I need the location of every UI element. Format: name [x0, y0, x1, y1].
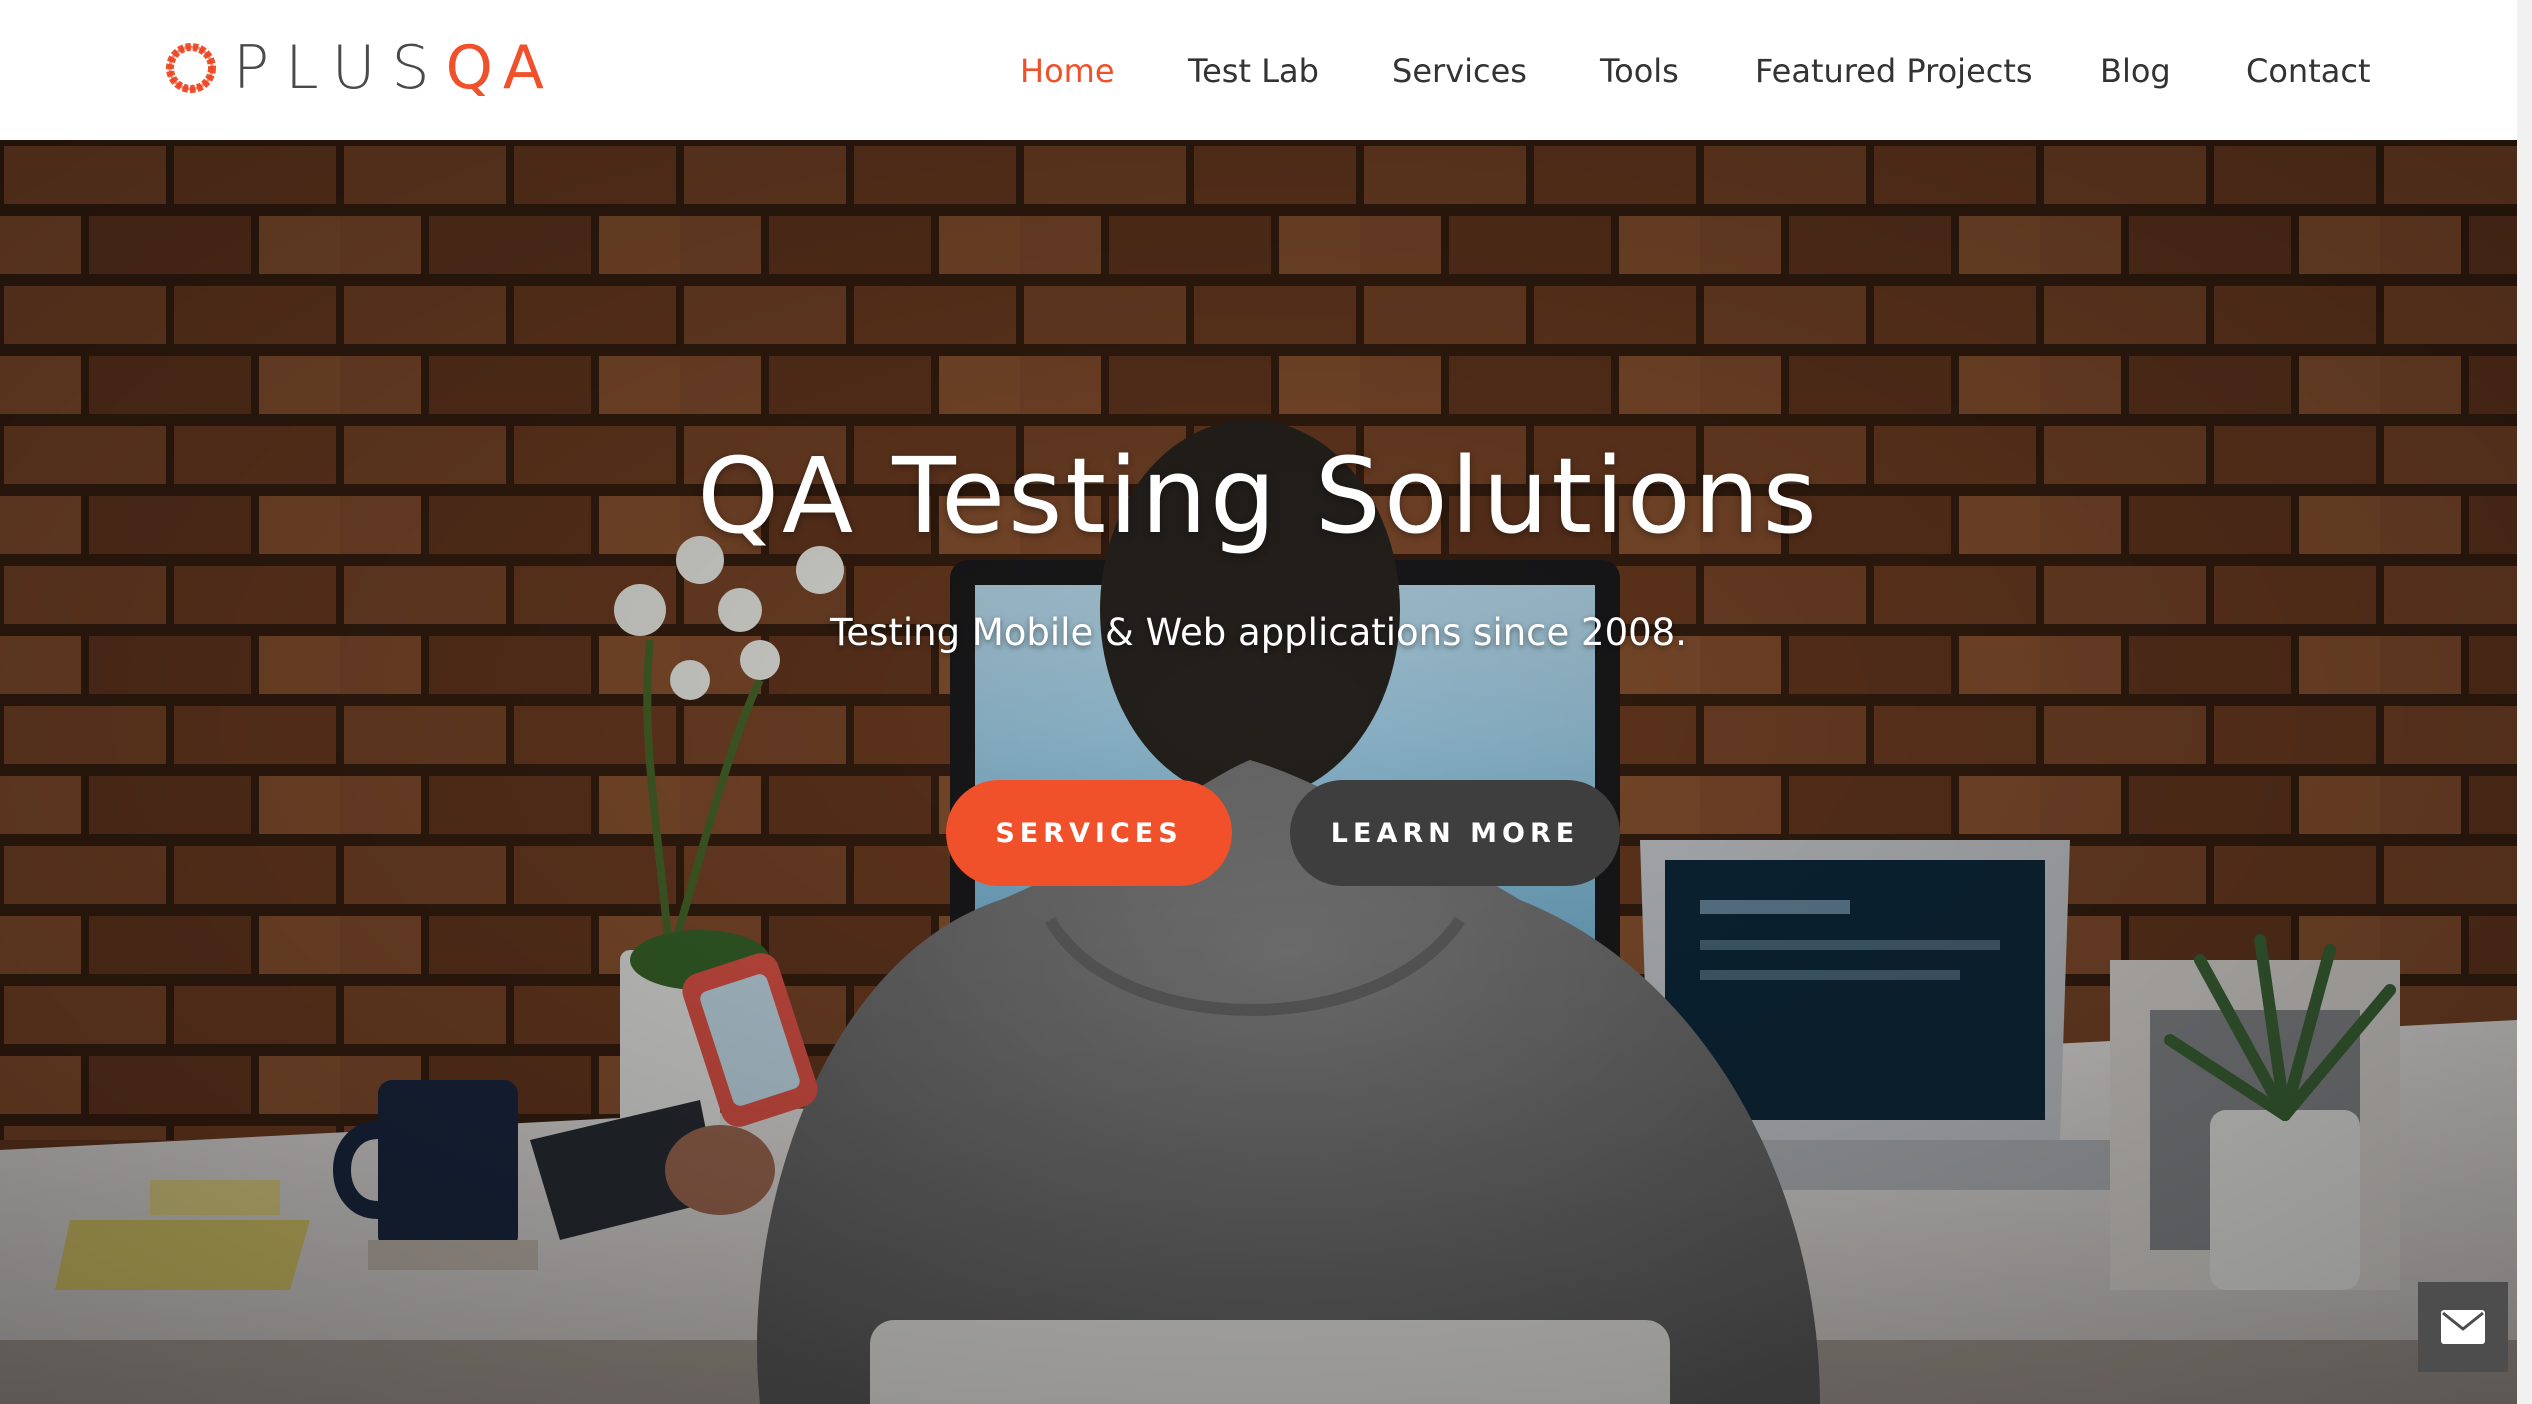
nav-item-test-lab[interactable]: Test Lab: [1188, 52, 1319, 90]
learn-more-button[interactable]: LEARN MORE: [1290, 780, 1620, 886]
contact-fab-button[interactable]: [2418, 1282, 2508, 1372]
logo-text-plus: PLUS: [233, 33, 446, 103]
nav-item-services[interactable]: Services: [1392, 52, 1527, 90]
nav-item-home[interactable]: Home: [1020, 52, 1115, 90]
nav-item-tools[interactable]: Tools: [1600, 52, 1679, 90]
hero-title: QA Testing Solutions: [697, 435, 1820, 557]
services-button[interactable]: SERVICES: [946, 780, 1232, 886]
nav-item-featured-projects[interactable]: Featured Projects: [1755, 52, 2033, 90]
plusqa-logo[interactable]: PLUS QA: [163, 36, 554, 100]
hero-background-image: [0, 140, 2517, 1404]
nav-item-blog[interactable]: Blog: [2100, 52, 2171, 90]
logo-ring-icon: [166, 43, 216, 93]
page: PLUS QA Home Test Lab Services Tools Fea…: [0, 0, 2517, 1404]
hero-section: QA Testing Solutions Testing Mobile & We…: [0, 140, 2517, 1404]
scrollbar[interactable]: [2517, 0, 2532, 1404]
logo-text-qa: QA: [445, 33, 554, 103]
envelope-icon: [2441, 1310, 2485, 1344]
nav-item-contact[interactable]: Contact: [2246, 52, 2371, 90]
hero-subtitle: Testing Mobile & Web applications since …: [830, 611, 1687, 654]
site-header: PLUS QA Home Test Lab Services Tools Fea…: [0, 0, 2517, 140]
